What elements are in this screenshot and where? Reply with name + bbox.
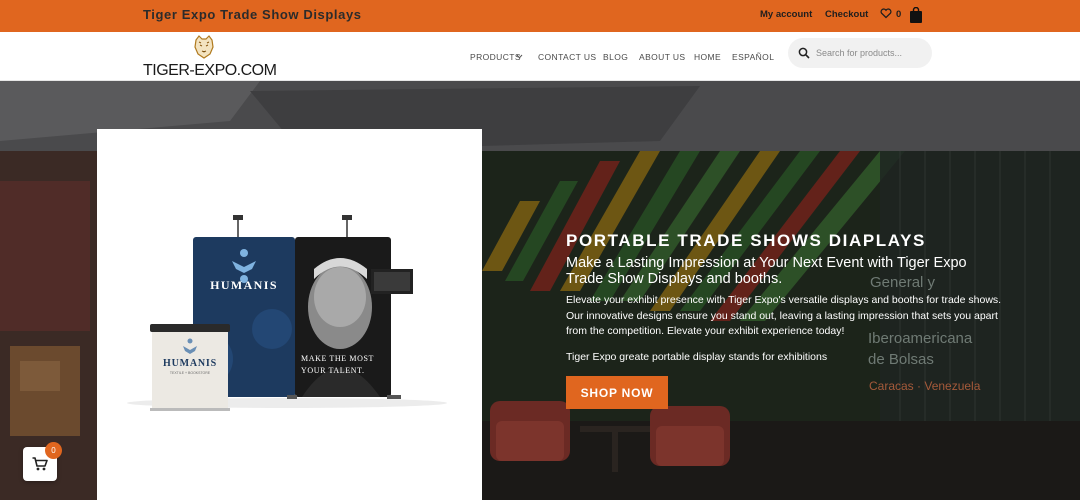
cart-count-badge: 0 [45, 442, 62, 459]
hero-banner: General y Iberoamericana de Bolsas Carac… [0, 81, 1080, 500]
shop-now-button[interactable]: SHOP NOW [566, 376, 668, 409]
search-input[interactable] [816, 45, 926, 61]
hero-title: PORTABLE TRADE SHOWS DIAPLAYS [566, 231, 926, 250]
booth-slogan-line2: YOUR TALENT. [301, 366, 365, 375]
hero-tagline: Tiger Expo greate portable display stand… [566, 350, 828, 363]
nav-espanol[interactable]: ESPAÑOL [732, 52, 774, 62]
wishlist-count: 0 [896, 9, 902, 20]
my-account-link[interactable]: My account [760, 9, 812, 20]
counter-brand-text: HUMANIS [163, 358, 217, 369]
product-image-card[interactable]: HUMANIS MAKE THE MOST YOUR TALENT. HUMAN… [97, 129, 482, 500]
shopping-cart-icon[interactable] [32, 457, 48, 471]
sign-line-4: Caracas · Venezuela [869, 379, 981, 393]
main-navigation: TIGER-EXPO.COM PRODUCTS CONTACT US BLOG … [0, 32, 1080, 81]
chevron-down-icon[interactable] [516, 53, 523, 60]
hero-subtitle: Make a Lasting Impression at Your Next E… [566, 255, 967, 287]
nav-home[interactable]: HOME [694, 52, 721, 62]
nav-products[interactable]: PRODUCTS [470, 52, 521, 62]
booth-slogan-line1: MAKE THE MOST [301, 354, 374, 363]
heart-icon[interactable] [880, 7, 892, 19]
logo-text[interactable]: TIGER-EXPO.COM [143, 62, 277, 80]
search-box[interactable] [788, 38, 932, 68]
hero-text-block: PORTABLE TRADE SHOWS DIAPLAYS Make a Las… [566, 231, 1006, 364]
nav-about-us[interactable]: ABOUT US [639, 52, 686, 62]
nav-contact-us[interactable]: CONTACT US [538, 52, 596, 62]
nav-blog[interactable]: BLOG [603, 52, 628, 62]
shopping-bag-icon[interactable] [909, 7, 923, 23]
search-icon[interactable] [798, 47, 810, 59]
checkout-link[interactable]: Checkout [825, 9, 868, 20]
top-bar: Tiger Expo Trade Show Displays My accoun… [0, 0, 1080, 32]
booth-brand-text: HUMANIS [210, 278, 278, 292]
site-title[interactable]: Tiger Expo Trade Show Displays [143, 7, 362, 22]
display-booth-illustration: HUMANIS MAKE THE MOST YOUR TALENT. HUMAN… [127, 215, 447, 411]
counter-tagline: TEXTILE + BOOKSTORE [170, 371, 211, 375]
tiger-logo-icon[interactable] [192, 34, 216, 60]
hero-description: Elevate your exhibit presence with Tiger… [566, 294, 1002, 337]
